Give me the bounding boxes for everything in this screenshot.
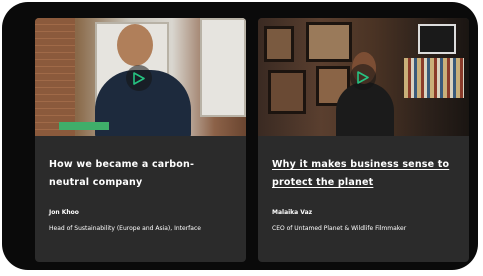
play-button[interactable]	[350, 64, 376, 90]
presenter-figure	[336, 82, 394, 136]
video-card-carbon-neutral[interactable]: How we became a carbon-neutral company J…	[35, 18, 246, 262]
bookshelf	[404, 58, 464, 98]
play-icon	[133, 71, 145, 85]
video-thumbnail[interactable]	[35, 18, 246, 136]
background-window	[200, 18, 246, 117]
author-role: CEO of Untamed Planet & Wildlife Filmmak…	[272, 225, 407, 232]
video-card-protect-planet[interactable]: Why it makes business sense to protect t…	[258, 18, 469, 262]
wall-picture	[264, 26, 294, 62]
green-folder	[59, 122, 109, 130]
author-name: Malaika Vaz	[272, 209, 313, 216]
brick-wall	[35, 18, 75, 136]
play-icon	[357, 70, 369, 84]
video-title[interactable]: How we became a carbon-neutral company	[49, 156, 234, 192]
video-title-link[interactable]: Why it makes business sense to protect t…	[272, 156, 457, 192]
wall-picture	[306, 22, 352, 62]
author-role: Head of Sustainability (Europe and Asia)…	[49, 225, 201, 232]
video-cards-panel: How we became a carbon-neutral company J…	[2, 2, 478, 270]
presenter-head	[117, 24, 153, 66]
wall-picture	[268, 70, 306, 114]
play-button[interactable]	[126, 65, 152, 91]
background-screen	[418, 24, 456, 54]
video-thumbnail[interactable]	[258, 18, 469, 136]
author-name: Jon Khoo	[49, 209, 79, 216]
